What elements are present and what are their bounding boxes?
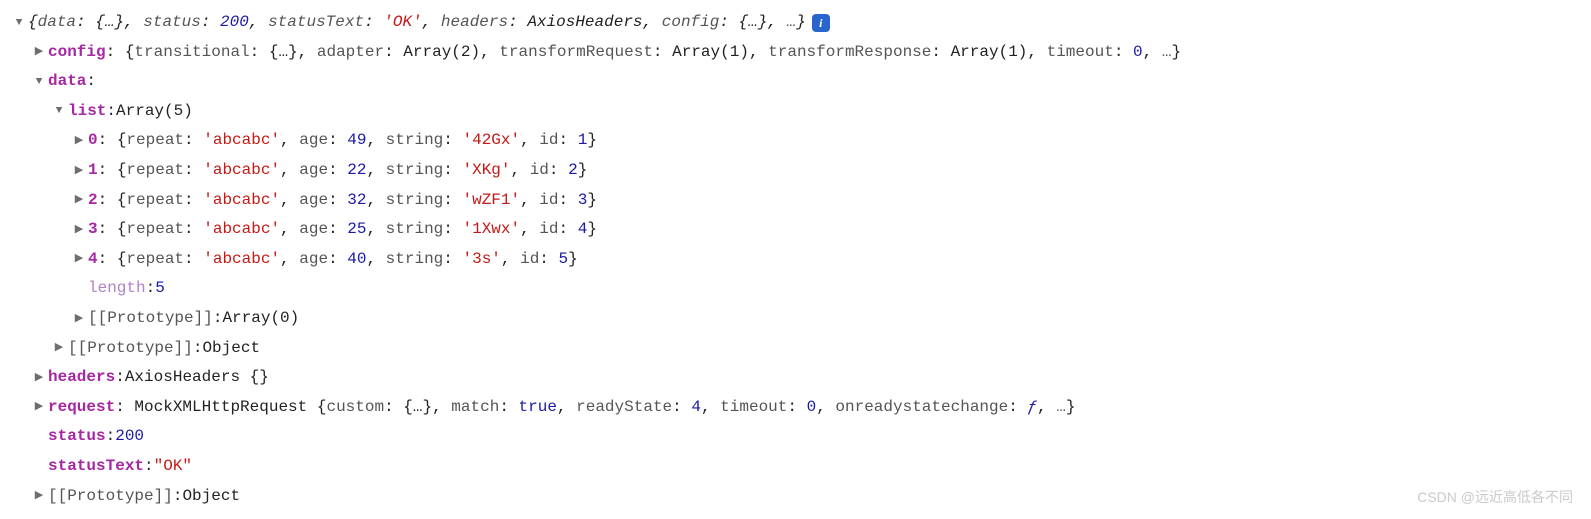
list-item[interactable]: 0: {repeat: 'abcabc', age: 49, string: '… <box>12 126 1579 156</box>
prototype-row[interactable]: [[Prototype]]: Object <box>12 482 1579 512</box>
length-row: length: 5 <box>12 274 1579 304</box>
list-item[interactable]: 4: {repeat: 'abcabc', age: 40, string: '… <box>12 245 1579 275</box>
root-summary[interactable]: {data: {…}, status: 200, statusText: 'OK… <box>12 8 1579 38</box>
statustext-row: statusText: "OK" <box>12 452 1579 482</box>
expand-toggle-icon[interactable] <box>32 72 46 92</box>
expand-toggle-icon[interactable] <box>32 397 46 417</box>
list-item[interactable]: 1: {repeat: 'abcabc', age: 22, string: '… <box>12 156 1579 186</box>
expand-toggle-icon[interactable] <box>52 338 66 358</box>
expand-toggle-icon[interactable] <box>72 249 86 269</box>
root-summary-inline: {data: {…}, status: 200, statusText: 'OK… <box>28 8 806 38</box>
list-item[interactable]: 2: {repeat: 'abcabc', age: 32, string: '… <box>12 186 1579 216</box>
expand-toggle-icon[interactable] <box>32 42 46 62</box>
expand-toggle-icon[interactable] <box>32 486 46 506</box>
list-row[interactable]: list: Array(5) <box>12 97 1579 127</box>
expand-toggle-icon[interactable] <box>32 368 46 388</box>
info-icon[interactable]: i <box>812 14 830 32</box>
list-item[interactable]: 3: {repeat: 'abcabc', age: 25, string: '… <box>12 215 1579 245</box>
request-row[interactable]: request: MockXMLHttpRequest {custom: {…}… <box>12 393 1579 423</box>
config-content: config: {transitional: {…}, adapter: Arr… <box>48 38 1181 68</box>
list-key: list <box>68 97 106 127</box>
data-key: data <box>48 67 86 97</box>
expand-toggle-icon[interactable] <box>52 101 66 121</box>
expand-toggle-icon[interactable] <box>72 131 86 151</box>
config-row[interactable]: config: {transitional: {…}, adapter: Arr… <box>12 38 1579 68</box>
data-row[interactable]: data: <box>12 67 1579 97</box>
status-row: status: 200 <box>12 422 1579 452</box>
expand-toggle-icon[interactable] <box>72 190 86 210</box>
expand-toggle-icon[interactable] <box>72 220 86 240</box>
expand-toggle-icon[interactable] <box>12 13 26 33</box>
prototype-row[interactable]: [[Prototype]]: Array(0) <box>12 304 1579 334</box>
expand-toggle-icon[interactable] <box>72 161 86 181</box>
expand-toggle-icon[interactable] <box>72 309 86 329</box>
prototype-row[interactable]: [[Prototype]]: Object <box>12 334 1579 364</box>
headers-row[interactable]: headers: AxiosHeaders {} <box>12 363 1579 393</box>
